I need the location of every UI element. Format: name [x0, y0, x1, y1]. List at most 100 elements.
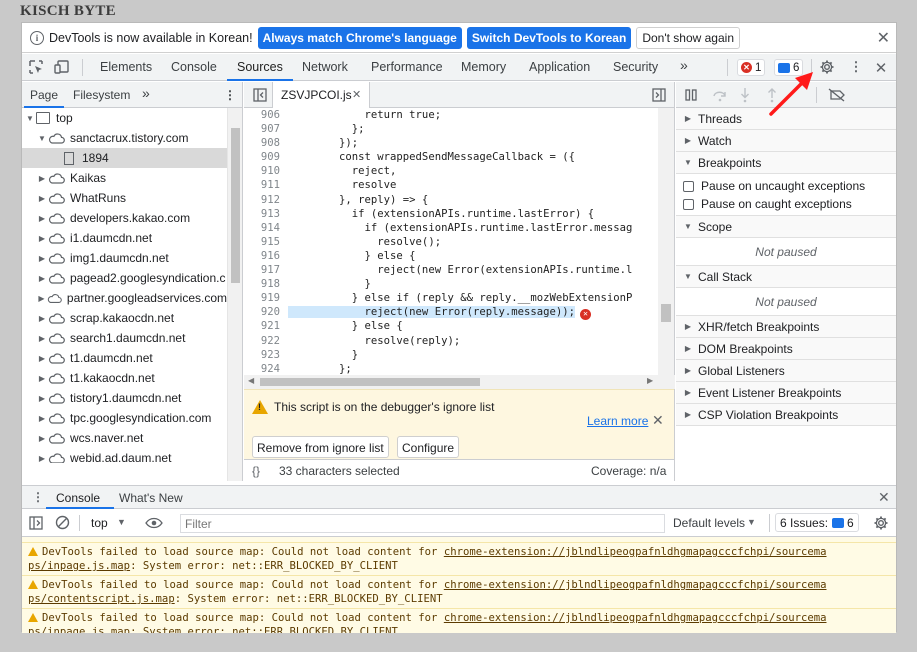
line-number[interactable]: 919 [244, 291, 280, 305]
line-number[interactable]: 907 [244, 122, 280, 136]
scroll-thumb[interactable] [661, 304, 671, 322]
inspect-icon[interactable] [28, 59, 44, 75]
eye-icon[interactable] [145, 517, 163, 529]
expand-arrow-icon[interactable]: ▶ [38, 434, 46, 443]
breakpoints-section[interactable]: ▼ Breakpoints [676, 152, 896, 174]
clear-console-icon[interactable] [55, 515, 70, 530]
expand-arrow-icon[interactable]: ▶ [38, 194, 46, 203]
switch-korean-button[interactable]: Switch DevTools to Korean [466, 26, 632, 49]
tree-item[interactable]: ▶ tistory1.daumcdn.net [22, 388, 227, 408]
line-number[interactable]: 922 [244, 334, 280, 348]
tree-item[interactable]: ▶ scrap.kakaocdn.net [22, 308, 227, 328]
error-count-badge[interactable]: ✕ 1 [737, 59, 766, 76]
tree-item[interactable]: ▶ wcs.naver.net [22, 428, 227, 448]
source-map-link[interactable]: ps/contentscript.js.map [28, 593, 175, 605]
line-number[interactable]: 911 [244, 178, 280, 192]
code-line[interactable]: 912 }, reply) => { [244, 193, 659, 207]
expand-arrow-icon[interactable]: ▶ [38, 254, 46, 263]
kebab-menu-icon[interactable]: ⋮ [848, 59, 864, 75]
tab-elements[interactable]: Elements [100, 60, 152, 74]
call-stack-section[interactable]: ▼ Call Stack [676, 266, 896, 288]
code-line[interactable]: 917 reject(new Error(extensionAPIs.runti… [244, 263, 659, 277]
expand-arrow-icon[interactable]: ▶ [38, 294, 45, 303]
step-over-icon[interactable] [712, 88, 728, 102]
line-number[interactable]: 916 [244, 249, 280, 263]
remove-from-ignore-list-button[interactable]: Remove from ignore list [252, 436, 389, 458]
pretty-print-icon[interactable]: {} [252, 464, 260, 478]
line-number[interactable]: 914 [244, 221, 280, 235]
navigator-scrollbar[interactable] [227, 108, 242, 481]
expand-arrow-icon[interactable]: ▶ [38, 394, 46, 403]
pause-caught-row[interactable]: Pause on caught exceptions [676, 195, 896, 213]
code-line[interactable]: 921 } else { [244, 319, 659, 333]
error-icon[interactable]: ✕ [580, 308, 592, 320]
context-selector[interactable]: top [91, 516, 108, 530]
source-map-link[interactable]: chrome-extension://jblndlipeogpafnldhgma… [444, 546, 827, 558]
tab-whats-new[interactable]: What's New [119, 491, 183, 505]
tree-item[interactable]: ▶ t1.daumcdn.net [22, 348, 227, 368]
close-devtools-icon[interactable]: ✕ [873, 59, 889, 77]
code-line[interactable]: 919 } else if (reply && reply.__mozWebEx… [244, 291, 659, 305]
code-line[interactable]: 911 resolve [244, 178, 659, 192]
tree-item[interactable]: ▶ tpc.googlesyndication.com [22, 408, 227, 428]
scroll-left-icon[interactable]: ◀ [248, 376, 254, 385]
tree-item[interactable]: 1894 [22, 148, 227, 168]
learn-more-link[interactable]: Learn more [587, 414, 648, 428]
code-line[interactable]: 920 reject(new Error(reply.message)); ✕ [244, 305, 659, 320]
tree-item[interactable]: ▼ top [22, 108, 227, 128]
drawer-menu-icon[interactable]: ⋮ [32, 490, 44, 504]
line-number[interactable]: 906 [244, 108, 280, 122]
line-number[interactable]: 921 [244, 319, 280, 333]
deactivate-breakpoints-icon[interactable] [828, 88, 846, 102]
line-number[interactable]: 917 [244, 263, 280, 277]
line-number[interactable]: 924 [244, 362, 280, 375]
expand-arrow-icon[interactable]: ▶ [38, 214, 46, 223]
line-number[interactable]: 913 [244, 207, 280, 221]
chevron-down-icon[interactable]: ▼ [117, 517, 126, 527]
tree-item[interactable]: ▶ pagead2.googlesyndication.c [22, 268, 227, 288]
pause-icon[interactable] [684, 88, 698, 102]
more-navigator-tabs-icon[interactable]: » [142, 85, 150, 101]
code-line[interactable]: 909 const wrappedSendMessageCallback = (… [244, 150, 659, 164]
pause-caught-checkbox[interactable] [683, 198, 694, 210]
tab-console-drawer[interactable]: Console [56, 491, 100, 505]
drawer-close-icon[interactable]: ✕ [878, 489, 890, 506]
line-number[interactable]: 909 [244, 150, 280, 164]
code-line[interactable]: 922 resolve(reply); [244, 334, 659, 348]
code-line[interactable]: 906 return true; [244, 108, 659, 122]
tab-sources[interactable]: Sources [227, 60, 293, 81]
line-number[interactable]: 908 [244, 136, 280, 150]
expand-arrow-icon[interactable]: ▶ [38, 374, 46, 383]
collapse-arrow-icon[interactable]: ▼ [26, 114, 34, 123]
chevron-down-icon[interactable]: ▼ [747, 517, 756, 527]
configure-button[interactable]: Configure [397, 436, 460, 458]
tab-performance[interactable]: Performance [371, 60, 443, 74]
tab-filesystem[interactable]: Filesystem [73, 88, 130, 102]
source-map-link[interactable]: ps/inpage.js.map [28, 560, 130, 572]
navigator-menu-icon[interactable]: ⋮ [224, 88, 236, 102]
scope-section[interactable]: ▼ Scope [676, 216, 896, 238]
line-number[interactable]: 920 [244, 305, 280, 319]
tab-page[interactable]: Page [23, 88, 65, 108]
expand-arrow-icon[interactable]: ▶ [38, 314, 46, 323]
event-listener-breakpoints-section[interactable]: ▶ Event Listener Breakpoints [676, 382, 896, 404]
tree-item[interactable]: ▶ i1.daumcdn.net [22, 228, 227, 248]
global-listeners-section[interactable]: ▶ Global Listeners [676, 360, 896, 382]
scroll-thumb[interactable] [260, 378, 480, 386]
issues-button[interactable]: 6 Issues: 6 [775, 513, 859, 532]
line-number[interactable]: 915 [244, 235, 280, 249]
tree-item[interactable]: ▶ partner.googleadservices.com [22, 288, 227, 308]
more-tabs-icon[interactable]: » [680, 57, 688, 73]
infobar-close-icon[interactable]: ✕ [877, 28, 890, 48]
watch-section[interactable]: ▶ Watch [676, 130, 896, 152]
code-line[interactable]: 924 }; [244, 362, 659, 375]
expand-arrow-icon[interactable]: ▶ [38, 234, 46, 243]
expand-arrow-icon[interactable]: ▶ [38, 454, 46, 463]
toggle-navigator-icon[interactable] [253, 88, 267, 102]
expand-arrow-icon[interactable]: ▶ [38, 414, 46, 423]
code-line[interactable]: 914 if (extensionAPIs.runtime.lastError.… [244, 221, 659, 235]
tree-item[interactable]: ▶ webid.ad.daum.net [22, 448, 227, 463]
pause-uncaught-row[interactable]: Pause on uncaught exceptions [676, 177, 896, 195]
tree-item[interactable]: ▶ WhatRuns [22, 188, 227, 208]
expand-arrow-icon[interactable]: ▶ [38, 274, 46, 283]
